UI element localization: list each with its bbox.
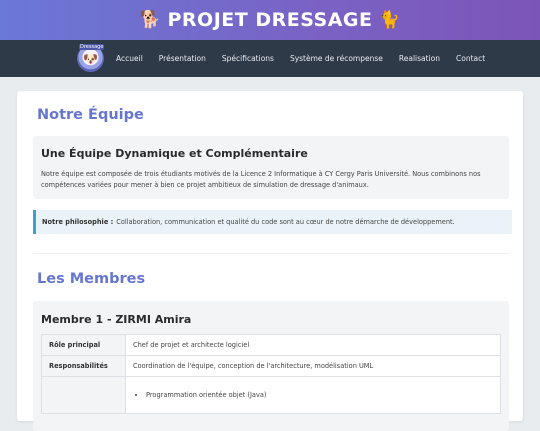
row-label: Rôle principal [41, 334, 126, 356]
nav-link-specifications[interactable]: Spécifications [222, 54, 274, 63]
pets-logo-icon: 🐶 [83, 51, 98, 66]
philosophy-text: Collaboration, communication et qualité … [116, 218, 455, 226]
team-subheading: Une Équipe Dynamique et Complémentaire [41, 147, 308, 160]
logo-caption: Dressage [79, 44, 105, 50]
philosophy-callout: Notre philosophie : Collaboration, commu… [33, 210, 512, 234]
skills-list: Programmation orientée objet (Java) [133, 385, 493, 405]
cat-icon: 🐈 [378, 10, 401, 30]
list-item: Programmation orientée objet (Java) [146, 385, 493, 405]
content-card: Notre Équipe Une Équipe Dynamique et Com… [17, 91, 523, 431]
member-title: Membre 1 - ZIRMI Amira [41, 313, 192, 326]
row-label: Responsabilités [41, 355, 126, 377]
nav-link-contact[interactable]: Contact [456, 54, 485, 63]
nav-link-realisation[interactable]: Realisation [399, 54, 440, 63]
table-row: Rôle principal Chef de projet et archite… [41, 334, 501, 356]
team-description: Notre équipe est composée de trois étudi… [41, 170, 481, 189]
dog-icon: 🐕 [139, 10, 162, 30]
row-value: Chef de projet et architecte logiciel [125, 334, 501, 356]
nav-link-presentation[interactable]: Présentation [159, 54, 206, 63]
member-details-table: Rôle principal Chef de projet et archite… [41, 334, 501, 414]
site-banner: 🐕 PROJET DRESSAGE 🐈 [0, 0, 540, 40]
row-value: Coordination de l'équipe, conception de … [125, 355, 501, 377]
main-nav: Dressage 🐶 Accueil Présentation Spécific… [0, 40, 540, 77]
team-heading: Notre Équipe [37, 107, 144, 123]
team-intro-box: Une Équipe Dynamique et Complémentaire N… [33, 136, 509, 199]
members-heading: Les Membres [37, 271, 146, 287]
member-card: Membre 1 - ZIRMI Amira Rôle principal Ch… [33, 301, 509, 431]
nav-link-accueil[interactable]: Accueil [116, 54, 143, 63]
site-logo[interactable]: Dressage 🐶 [77, 44, 105, 72]
table-row: Programmation orientée objet (Java) [41, 376, 501, 414]
skills-cell: Programmation orientée objet (Java) [125, 376, 501, 414]
site-title: PROJET DRESSAGE [167, 9, 373, 31]
section-divider [33, 253, 509, 254]
table-row: Responsabilités Coordination de l'équipe… [41, 355, 501, 377]
row-label-empty [41, 376, 126, 414]
nav-link-recompense[interactable]: Système de récompense [290, 54, 383, 63]
philosophy-label: Notre philosophie : [42, 218, 114, 226]
